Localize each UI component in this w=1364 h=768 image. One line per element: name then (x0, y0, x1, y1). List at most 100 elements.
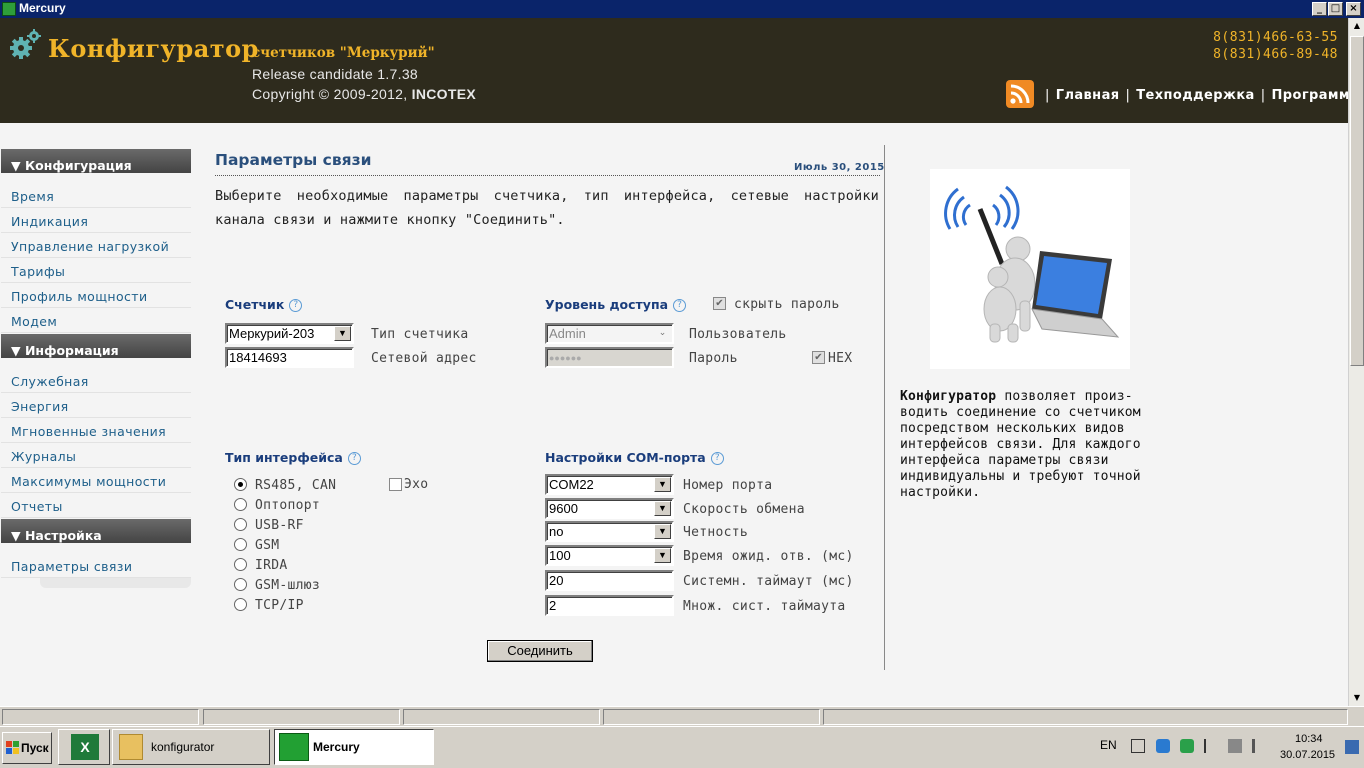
taskbar-excel[interactable]: X (58, 729, 110, 765)
sidebar-item-load-control[interactable]: Управление нагрузкой (1, 233, 191, 258)
phone-1: 8(831)466-63-55 (1213, 30, 1338, 45)
password-input[interactable]: ●●●●●● (545, 347, 674, 368)
help-icon[interactable]: ? (673, 299, 687, 312)
rss-icon[interactable] (1006, 80, 1034, 108)
release-version: Release candidate 1.7.38 (252, 66, 418, 82)
brand-subtitle: счетчиков "Меркурий" (252, 45, 435, 61)
restore-button[interactable]: □ (1328, 2, 1343, 16)
gear-logo-icon (10, 29, 41, 59)
network-address-input[interactable]: 18414693 (225, 347, 354, 368)
sidebar-item-energy[interactable]: Энергия (1, 393, 191, 418)
sidebar-item-logs[interactable]: Журналы (1, 443, 191, 468)
taskbar-mercury[interactable]: Mercury (274, 729, 434, 765)
sidebar-section-label: Информация (24, 343, 119, 358)
echo-checkbox[interactable] (389, 478, 402, 491)
sidebar-item-time[interactable]: Время (1, 183, 191, 208)
windows-logo-icon (6, 741, 19, 754)
user-select[interactable]: Admin ⌄ (545, 323, 674, 344)
chevron-down-icon[interactable]: ▼ (654, 501, 671, 516)
radio-optoport-label[interactable]: Оптопорт (255, 498, 320, 513)
start-button[interactable]: Пуск (2, 732, 52, 764)
teamviewer-icon[interactable] (1156, 739, 1170, 753)
close-button[interactable]: × (1346, 2, 1361, 16)
radio-rs485[interactable] (234, 478, 247, 491)
sidebar-item-tariffs[interactable]: Тарифы (1, 258, 191, 283)
radio-rs485-label[interactable]: RS485, CAN (255, 478, 336, 493)
network-icon[interactable] (1228, 739, 1242, 753)
help-icon[interactable]: ? (347, 452, 361, 465)
parity-select[interactable]: no ▼ (545, 521, 674, 542)
timeout-multiplier-input[interactable]: 2 (545, 595, 674, 616)
chevron-down-icon[interactable]: ▼ (654, 524, 671, 539)
scrollbar-thumb[interactable] (1350, 36, 1364, 366)
chevron-down-icon[interactable]: ▼ (654, 477, 671, 492)
system-timeout-input[interactable]: 20 (545, 570, 674, 591)
radio-irda[interactable] (234, 558, 247, 571)
clock-time[interactable]: 10:34 (1295, 733, 1323, 745)
wait-time-label: Время ожид. отв. (мс) (683, 549, 854, 564)
radio-gsm-gateway[interactable] (234, 578, 247, 591)
show-desktop-icon[interactable] (1345, 740, 1359, 754)
radio-tcp-ip-label[interactable]: TCP/IP (255, 598, 304, 613)
radio-irda-label[interactable]: IRDA (255, 558, 288, 573)
radio-gsm[interactable] (234, 538, 247, 551)
clock-date[interactable]: 30.07.2015 (1280, 749, 1335, 761)
help-icon[interactable]: ? (289, 299, 303, 312)
sidebar-item-modem[interactable]: Модем (1, 308, 191, 333)
connect-button[interactable]: Соединить (487, 640, 593, 662)
scroll-down-icon[interactable]: ▼ (1349, 690, 1364, 706)
baud-select[interactable]: 9600 ▼ (545, 498, 674, 519)
sidebar-item-indication[interactable]: Индикация (1, 208, 191, 233)
wait-time-select[interactable]: 100 ▼ (545, 545, 674, 566)
copyright-company: INCOTEX (411, 86, 476, 102)
sidebar-section-information[interactable]: ▼ Информация (1, 334, 191, 358)
nav-support-link[interactable]: Техподдержка (1136, 88, 1254, 103)
sidebar-item-instant-values[interactable]: Мгновенные значения (1, 418, 191, 443)
radio-gsm-label[interactable]: GSM (255, 538, 279, 553)
hex-label: HEX (828, 351, 853, 366)
radio-gsm-gateway-label[interactable]: GSM-шлюз (255, 578, 320, 593)
window-icon[interactable] (1131, 739, 1145, 753)
sidebar-section-settings[interactable]: ▼ Настройка (1, 519, 191, 543)
sync-icon[interactable] (1180, 739, 1194, 753)
window-title-bar[interactable]: Mercury _ □ × (0, 0, 1364, 18)
meter-type-select[interactable]: Меркурий-203 ▼ (225, 323, 354, 344)
status-cell (603, 709, 820, 725)
nav-program-link[interactable]: Программа (1272, 88, 1360, 103)
sidebar-item-power-maximums[interactable]: Максимумы мощности (1, 468, 191, 493)
page-date: Июль 30, 2015 (794, 162, 885, 173)
status-cell (203, 709, 400, 725)
port-select[interactable]: COM22 ▼ (545, 474, 674, 495)
taskbar-konfigurator[interactable]: konfigurator (112, 729, 270, 765)
taskbar-mercury-label: Mercury (313, 740, 360, 754)
meter-type-value: Меркурий-203 (229, 326, 315, 341)
hide-password-checkbox[interactable]: ✔ (713, 297, 726, 310)
meter-title: Счетчик (225, 297, 285, 312)
radio-tcp-ip[interactable] (234, 598, 247, 611)
sidebar-item-reports[interactable]: Отчеты (1, 493, 191, 518)
sidebar-item-power-profile[interactable]: Профиль мощности (1, 283, 191, 308)
volume-icon[interactable] (1252, 739, 1260, 753)
help-icon[interactable]: ? (710, 452, 724, 465)
copyright: Copyright © 2009-2012, INCOTEX (252, 86, 476, 102)
nav-home-link[interactable]: Главная (1056, 88, 1120, 103)
vertical-scrollbar[interactable]: ▲ ▼ (1348, 18, 1364, 706)
port-label: Номер порта (683, 478, 773, 493)
port-value: COM22 (549, 477, 594, 492)
radio-usb-rf[interactable] (234, 518, 247, 531)
sidebar-item-connection-params[interactable]: Параметры связи (1, 553, 191, 578)
scroll-up-icon[interactable]: ▲ (1349, 18, 1364, 34)
sidebar-section-configuration[interactable]: ▼ Конфигурация (1, 149, 191, 173)
flag-icon[interactable] (1204, 739, 1218, 753)
sidebar-item-service[interactable]: Служебная (1, 368, 191, 393)
chevron-down-icon[interactable]: ⌄ (654, 326, 671, 341)
hex-checkbox[interactable]: ✔ (812, 351, 825, 364)
brand-title: Конфигуратор (48, 34, 259, 63)
language-indicator[interactable]: EN (1100, 738, 1117, 752)
radio-optoport[interactable] (234, 498, 247, 511)
minimize-button[interactable]: _ (1312, 2, 1327, 16)
radio-usb-rf-label[interactable]: USB-RF (255, 518, 304, 533)
chevron-down-icon[interactable]: ▼ (654, 548, 671, 563)
chevron-down-icon[interactable]: ▼ (334, 326, 351, 341)
top-nav: | Главная | Техподдержка | Программа (1039, 88, 1359, 103)
